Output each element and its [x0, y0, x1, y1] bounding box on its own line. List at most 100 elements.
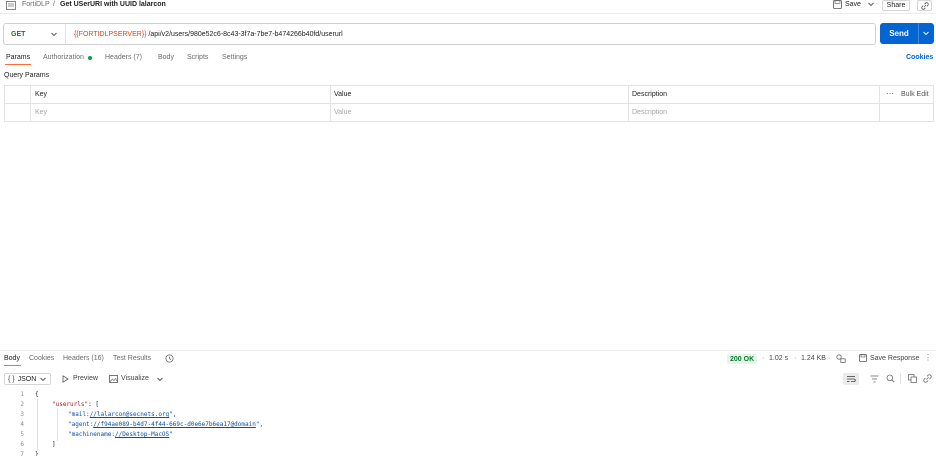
line-number: 4: [20, 421, 24, 428]
line-number: 6: [20, 441, 24, 448]
copy-icon[interactable]: [908, 374, 917, 383]
url-path: /api/v2/users/980e52c6-8c43-3f7a-7be7-b4…: [146, 30, 343, 38]
json-punct: : [: [88, 401, 99, 408]
link-icon: [920, 1, 929, 10]
share-button[interactable]: Share: [882, 0, 910, 11]
table-row-divider: [5, 103, 933, 104]
json-string: ",: [169, 411, 177, 418]
code-line: ]: [52, 441, 56, 448]
bulk-edit-button[interactable]: Bulk Edit: [901, 91, 929, 98]
response-time: 1.02 s: [769, 355, 789, 362]
code-line: }: [35, 451, 39, 456]
line-number: 7: [20, 451, 24, 456]
chevron-down-icon: [51, 32, 57, 37]
link-icon[interactable]: [923, 374, 932, 383]
history-icon[interactable]: [165, 354, 174, 363]
response-size: 1.24 KB: [801, 355, 826, 362]
url-bar: GET {{FORTIDLPSERVER}} /api/v2/users/980…: [3, 23, 876, 45]
code-line: {: [35, 391, 39, 398]
status-text: 200 OK: [730, 355, 755, 363]
more-options-icon[interactable]: ⋮: [924, 353, 932, 362]
chevron-down-icon[interactable]: [923, 31, 929, 36]
breadcrumb-separator: /: [53, 1, 55, 8]
url-input[interactable]: {{FORTIDLPSERVER}} /api/v2/users/980e52c…: [74, 24, 343, 44]
response-tab-body[interactable]: Body: [4, 355, 20, 362]
format-select[interactable]: { } JSON: [4, 373, 51, 385]
method-label: GET: [11, 30, 26, 38]
line-number: 3: [20, 411, 24, 418]
column-header-value: Value: [334, 91, 352, 98]
method-select[interactable]: GET: [4, 24, 66, 44]
format-label: JSON: [17, 375, 37, 383]
column-header-description: Description: [632, 91, 668, 98]
cookies-link[interactable]: Cookies: [906, 54, 933, 61]
meta-separator: ·: [794, 355, 797, 362]
network-icon[interactable]: [836, 354, 846, 363]
code-line: "mail://lalarcon@secnets.org",: [68, 411, 176, 418]
url-variable: {{FORTIDLPSERVER}}: [74, 30, 147, 38]
tab-headers[interactable]: Headers (7): [105, 54, 142, 61]
response-body-editor[interactable]: 1 2 3 4 5 6 7 { "userurls": [ "mail://la…: [0, 389, 936, 456]
column-divider: [30, 86, 31, 121]
line-number: 1: [20, 391, 24, 398]
save-response-button[interactable]: Save Response: [870, 355, 919, 362]
tab-params[interactable]: Params: [6, 54, 30, 61]
visualize-button[interactable]: Visualize: [121, 375, 149, 382]
query-params-table: Key Value Description ⋯ Bulk Edit Key Va…: [4, 85, 934, 122]
json-string: "machinename:: [68, 431, 115, 438]
send-divider: [918, 23, 919, 44]
filter-icon[interactable]: [870, 375, 879, 383]
response-tab-headers[interactable]: Headers (16): [63, 355, 104, 362]
toolbar-divider: [900, 373, 901, 384]
code-line: "machinename://Desktop-MacOS": [68, 431, 173, 438]
save-response-icon[interactable]: [859, 354, 867, 362]
search-icon[interactable]: [886, 374, 895, 383]
tab-body[interactable]: Body: [158, 54, 174, 61]
response-tab-cookies[interactable]: Cookies: [29, 355, 54, 362]
value-input[interactable]: Value: [334, 109, 351, 116]
indent-guide: [57, 409, 58, 441]
wrap-icon: [846, 375, 856, 383]
request-title[interactable]: Get USerURI with UUID lalarcon: [60, 1, 166, 8]
json-link[interactable]: //Desktop-MacOS: [115, 431, 169, 438]
save-icon[interactable]: [833, 0, 842, 9]
preview-button[interactable]: Preview: [73, 375, 98, 382]
play-icon: [62, 375, 69, 383]
chevron-down-icon[interactable]: [157, 377, 163, 382]
send-button[interactable]: Send: [880, 23, 934, 44]
response-tab-test-results[interactable]: Test Results: [113, 355, 151, 362]
json-string: ",: [255, 421, 264, 428]
code-line: "userurls": [: [52, 401, 99, 408]
collection-icon: [6, 1, 16, 10]
tab-scripts[interactable]: Scripts: [187, 54, 208, 61]
wrap-lines-button[interactable]: [843, 373, 859, 385]
breadcrumb-workspace[interactable]: FortiDLP: [22, 1, 50, 8]
save-button[interactable]: Save: [845, 1, 861, 8]
column-divider: [879, 86, 880, 121]
meta-separator: ·: [762, 355, 765, 362]
json-string: "agent:: [68, 421, 94, 428]
chevron-down-icon: [40, 377, 47, 382]
json-link[interactable]: //f94ae089-b4d7-4f44-669c-d0e6e7b6ea17@d…: [93, 421, 256, 428]
line-number: 5: [20, 431, 24, 438]
chevron-down-icon[interactable]: [868, 2, 874, 7]
active-response-tab-indicator: [4, 365, 21, 366]
json-string: "mail:: [68, 411, 90, 418]
column-header-key: Key: [35, 91, 48, 98]
tab-settings[interactable]: Settings: [222, 54, 247, 61]
copy-link-button[interactable]: [917, 0, 932, 11]
line-number: 2: [20, 401, 24, 408]
meta-separator: ·: [828, 355, 831, 362]
json-link[interactable]: //lalarcon@secnets.org: [90, 411, 169, 418]
auth-status-dot: [88, 56, 92, 60]
description-input[interactable]: Description: [632, 109, 667, 116]
json-key: "userurls": [52, 401, 89, 408]
more-options-icon[interactable]: ⋯: [886, 89, 894, 98]
tab-authorization[interactable]: Authorization: [43, 54, 84, 61]
key-input[interactable]: Key: [35, 109, 47, 116]
code-line: "agent://f94ae089-b4d7-4f44-669c-d0e6e7b…: [68, 421, 263, 428]
status-badge: 200 OK: [727, 354, 758, 364]
column-divider: [330, 86, 331, 121]
response-divider[interactable]: [0, 350, 936, 351]
share-label: Share: [886, 2, 906, 9]
